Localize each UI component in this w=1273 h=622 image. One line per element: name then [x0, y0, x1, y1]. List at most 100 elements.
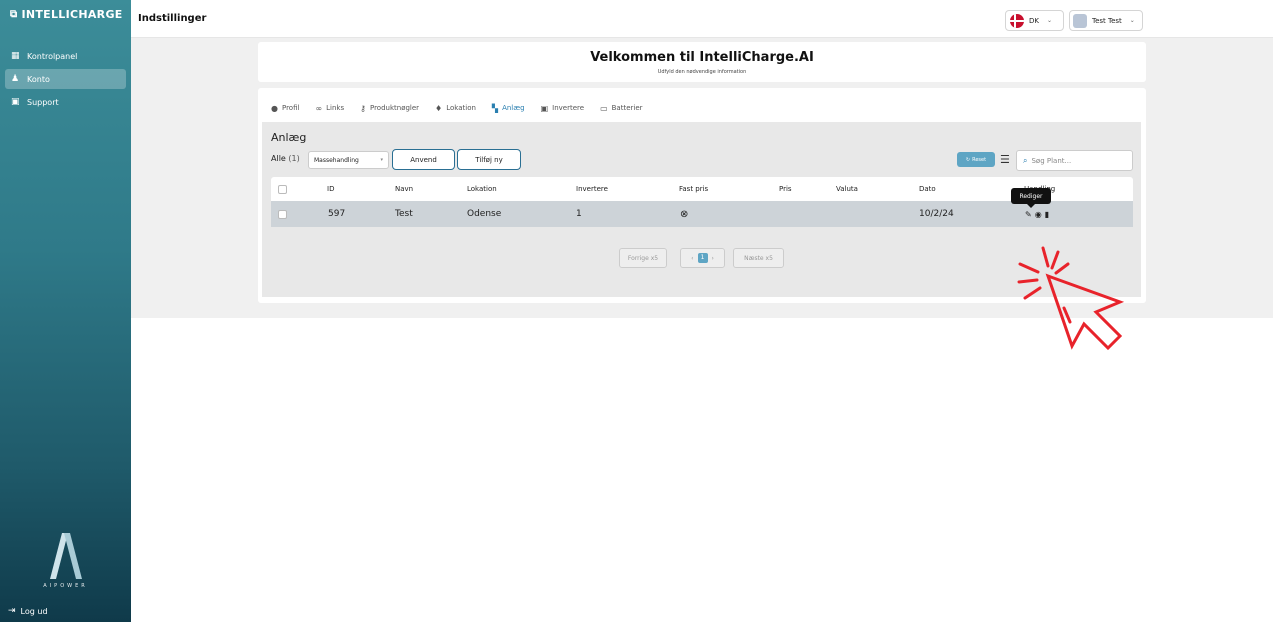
- cell-inverters: 1: [576, 209, 582, 219]
- avatar: [1073, 13, 1087, 28]
- tab-produktnogler[interactable]: ⚷ Produktnøgler: [358, 100, 421, 116]
- header-location[interactable]: Lokation: [467, 177, 497, 201]
- account-icon: ♟: [11, 74, 20, 84]
- sidebar-item-support[interactable]: ▣ Support: [5, 92, 126, 112]
- bulk-action-value: Massehandling: [314, 156, 359, 164]
- search-input[interactable]: ⌕ Søg Plant...: [1016, 150, 1133, 171]
- search-placeholder: Søg Plant...: [1031, 156, 1072, 165]
- chevron-right-icon[interactable]: ›: [712, 255, 714, 262]
- all-label: Alle: [271, 154, 286, 163]
- trash-icon[interactable]: ▮: [1045, 210, 1049, 219]
- next-page-button[interactable]: Næste x5: [733, 248, 784, 268]
- sidebar-item-kontrolpanel[interactable]: ▦ Kontrolpanel: [5, 46, 126, 66]
- dashboard-icon: ▦: [11, 51, 20, 61]
- chevron-down-icon: ⌄: [1046, 17, 1053, 24]
- header-name[interactable]: Navn: [395, 177, 413, 201]
- header-price[interactable]: Pris: [779, 177, 792, 201]
- cell-date: 10/2/24: [919, 209, 954, 219]
- cell-name: Test: [395, 209, 413, 219]
- page-numbers: ‹ 1 ›: [680, 248, 725, 268]
- user-menu[interactable]: Test Test ⌄: [1069, 10, 1143, 31]
- edit-icon[interactable]: ✎: [1025, 210, 1032, 219]
- tab-label: Profil: [281, 104, 300, 112]
- click-cursor-icon: [1017, 246, 1125, 351]
- x-circle-icon: ⊗: [680, 208, 689, 220]
- all-count[interactable]: Alle (1): [271, 154, 300, 163]
- sidebar-item-konto[interactable]: ♟ Konto: [5, 69, 126, 89]
- brand-label: INTELLICHARGE: [21, 7, 123, 21]
- aipower-logo-mark: [49, 533, 82, 579]
- apply-button[interactable]: Anvend: [392, 149, 455, 170]
- aipower-logo: AIPOWER: [0, 533, 131, 589]
- chevron-left-icon[interactable]: ‹: [691, 255, 693, 262]
- cell-fixed-price: ⊗: [680, 201, 688, 227]
- tab-label: Links: [326, 104, 345, 112]
- header-fixed-price[interactable]: Fast pris: [679, 177, 708, 201]
- row-checkbox-cell: [278, 201, 287, 227]
- reset-label: Reset: [972, 156, 987, 163]
- header-inverters[interactable]: Invertere: [576, 177, 608, 201]
- tab-label: Produktnøgler: [369, 104, 420, 112]
- header-id[interactable]: ID: [327, 177, 334, 201]
- welcome-subtitle: Udfyld den nødvendige information: [657, 69, 747, 75]
- user-name: Test Test: [1092, 16, 1122, 25]
- eye-icon[interactable]: ◉: [1035, 210, 1042, 219]
- support-icon: ▣: [11, 97, 20, 107]
- all-count-value: (1): [288, 154, 300, 163]
- language-label: DK: [1029, 16, 1039, 25]
- tab-anlaeg[interactable]: ▚ Anlæg: [490, 100, 527, 116]
- add-new-button[interactable]: Tilføj ny: [457, 149, 521, 170]
- row-checkbox[interactable]: [278, 209, 287, 219]
- tab-label: Batterier: [611, 104, 643, 112]
- external-link-icon: ⧉: [10, 8, 18, 20]
- page-title: Indstillinger: [138, 13, 207, 24]
- panel-title: Anlæg: [271, 131, 307, 144]
- link-icon: ∞: [315, 103, 323, 113]
- welcome-title: Velkommen til IntelliCharge.AI: [590, 50, 814, 65]
- logo-text: AIPOWER: [43, 583, 88, 589]
- current-page[interactable]: 1: [697, 253, 708, 263]
- logout-button[interactable]: ⇥ Log ud: [8, 606, 48, 616]
- sidebar-item-label: Kontrolpanel: [27, 51, 78, 61]
- logout-label: Log ud: [20, 606, 48, 616]
- cell-location: Odense: [467, 209, 502, 219]
- denmark-flag-icon: [1010, 13, 1024, 28]
- reset-icon: ↻: [965, 156, 971, 163]
- sidebar-item-label: Support: [27, 97, 59, 107]
- location-pin-icon: ♦: [435, 103, 443, 113]
- tab-label: Invertere: [552, 104, 585, 112]
- filter-icon[interactable]: ☰: [1000, 153, 1010, 166]
- caret-down-icon: ▾: [380, 157, 383, 163]
- select-all-checkbox-cell: [278, 177, 287, 201]
- cell-id: 597: [328, 209, 346, 219]
- logout-icon: ⇥: [8, 606, 16, 616]
- tabs: ● Profil ∞ Links ⚷ Produktnøgler ♦ Lokat…: [269, 100, 657, 116]
- reset-button[interactable]: ↻ Reset: [957, 152, 995, 167]
- tab-label: Lokation: [446, 104, 476, 112]
- key-icon: ⚷: [360, 103, 366, 113]
- battery-icon: ▭: [600, 103, 608, 113]
- inverter-icon: ▣: [540, 103, 549, 113]
- nav-list: ▦ Kontrolpanel ♟ Konto ▣ Support: [0, 46, 131, 112]
- user-circle-icon: ●: [271, 103, 278, 113]
- prev-page-button[interactable]: Forrige x5: [619, 248, 667, 268]
- edit-tooltip: Rediger: [1011, 188, 1051, 208]
- table-row[interactable]: 597 Test Odense 1 ⊗ 10/2/24 ✎ ◉ ▮: [271, 201, 1133, 227]
- header-currency[interactable]: Valuta: [836, 177, 858, 201]
- tab-links[interactable]: ∞ Links: [313, 100, 346, 116]
- chevron-down-icon: ⌄: [1129, 17, 1135, 24]
- brand[interactable]: ⧉ INTELLICHARGE: [0, 0, 131, 28]
- tab-profil[interactable]: ● Profil: [269, 100, 301, 116]
- tab-invertere[interactable]: ▣ Invertere: [539, 100, 586, 116]
- header-date[interactable]: Dato: [919, 177, 936, 201]
- sidebar-item-label: Konto: [27, 74, 50, 84]
- select-all-checkbox[interactable]: [278, 184, 287, 194]
- tab-lokation[interactable]: ♦ Lokation: [433, 100, 478, 116]
- language-selector[interactable]: DK ⌄: [1005, 10, 1064, 31]
- tab-batterier[interactable]: ▭ Batterier: [598, 100, 644, 116]
- welcome-card: Velkommen til IntelliCharge.AI Udfyld de…: [258, 42, 1146, 82]
- bulk-action-select[interactable]: Massehandling ▾: [308, 151, 389, 169]
- table-header: ID Navn Lokation Invertere Fast pris Pri…: [271, 177, 1133, 201]
- tab-label: Anlæg: [502, 104, 525, 112]
- search-icon: ⌕: [1023, 155, 1028, 165]
